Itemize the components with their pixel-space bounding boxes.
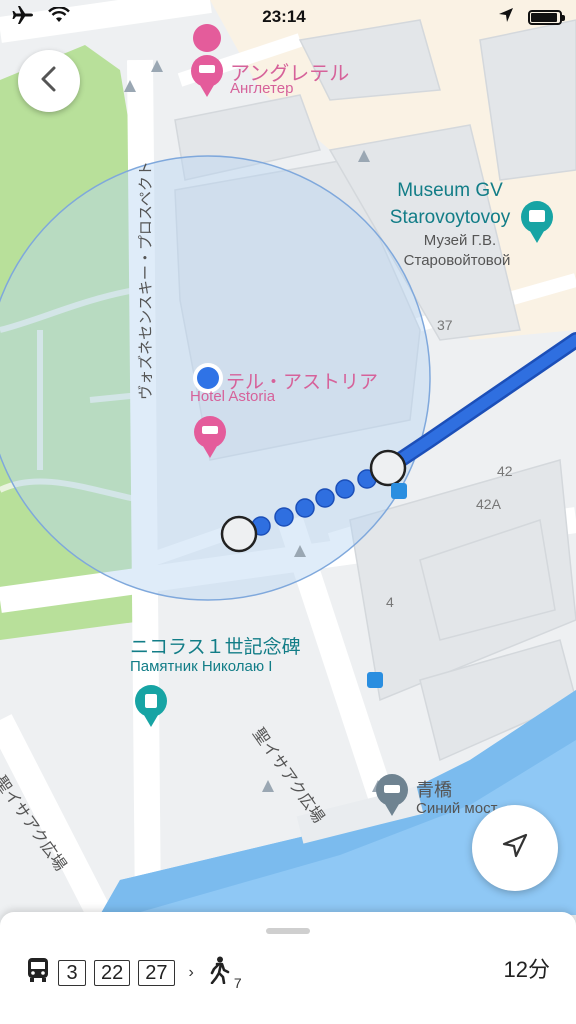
- current-location-dot: [197, 367, 219, 389]
- building-number: 37: [437, 317, 453, 333]
- battery-icon: [527, 9, 565, 25]
- place-label-ja[interactable]: 青橋: [416, 776, 452, 802]
- street-label: ヴォズネセンスキー・プロスペクト: [137, 161, 155, 400]
- route-stop-start: [220, 515, 258, 553]
- place-label-name[interactable]: Starovoytovoy: [380, 207, 520, 229]
- bus-icon: [26, 957, 50, 988]
- place-label-local[interactable]: Музей Г.В.: [420, 232, 500, 249]
- wifi-icon: [48, 5, 70, 28]
- map-view[interactable]: アングレテル Англетер Museum GV Starovoytovoy …: [0, 0, 576, 915]
- place-label-local[interactable]: Синий мост: [416, 800, 497, 817]
- place-label-ja[interactable]: ニコラス１世記念碑: [130, 632, 301, 659]
- place-label-local[interactable]: Hotel Astoria: [190, 388, 275, 405]
- status-bar: 23:14: [0, 0, 576, 34]
- route-steps: 3 22 27 › 7: [26, 956, 246, 991]
- walking-icon: [208, 956, 230, 989]
- bus-stop-icon: [367, 672, 383, 688]
- bus-route-badge: 27: [138, 959, 175, 986]
- route-summary-sheet[interactable]: 3 22 27 › 7 12分: [0, 912, 576, 1024]
- place-label-local[interactable]: Англетер: [230, 80, 293, 97]
- bus-stop-icon: [391, 483, 407, 499]
- walk-minutes: 7: [233, 974, 242, 991]
- trip-duration: 12分: [503, 957, 550, 982]
- building-number: 42A: [476, 496, 501, 512]
- building-number: 4: [386, 594, 394, 610]
- airplane-icon: [12, 5, 34, 30]
- chevron-left-icon: [38, 65, 60, 98]
- navigation-arrow-icon: [501, 832, 529, 865]
- my-location-button[interactable]: [472, 805, 558, 891]
- location-arrow-icon: [498, 7, 514, 28]
- sheet-drag-handle[interactable]: [266, 928, 310, 934]
- place-label-local[interactable]: Памятник Николаю I: [130, 658, 272, 675]
- chevron-right-icon: ›: [188, 963, 194, 981]
- route-stop-end: [369, 449, 407, 487]
- place-label-name[interactable]: Museum GV: [385, 180, 515, 202]
- bus-route-badge: 22: [94, 959, 131, 986]
- bus-route-badge: 3: [58, 959, 86, 986]
- status-time: 23:14: [262, 7, 306, 26]
- back-button[interactable]: [18, 50, 80, 112]
- building-number: 42: [497, 463, 513, 479]
- place-label-local[interactable]: Старовойтовой: [392, 252, 522, 269]
